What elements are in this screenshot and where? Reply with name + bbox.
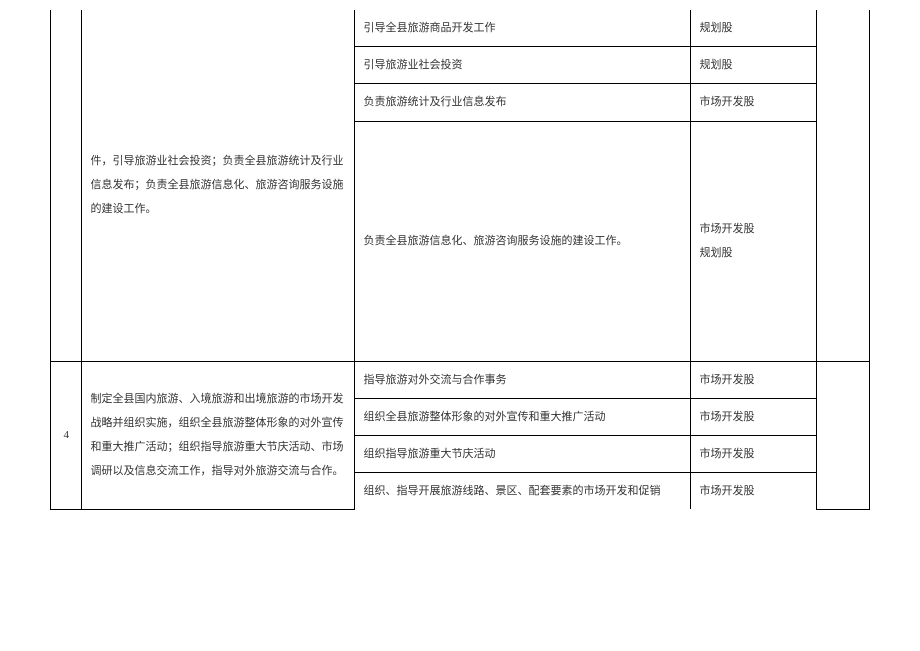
- row-desc-cell: 件，引导旅游业社会投资；负责全县旅游统计及行业信息发布；负责全县旅游信息化、旅游…: [82, 10, 355, 361]
- document-page: 件，引导旅游业社会投资；负责全县旅游统计及行业信息发布；负责全县旅游信息化、旅游…: [0, 0, 920, 550]
- empty-cell: [817, 361, 870, 509]
- dept-cell: 市场开发股 规划股: [691, 121, 817, 361]
- detail-cell: 引导全县旅游商品开发工作: [355, 10, 691, 47]
- table-row: 件，引导旅游业社会投资；负责全县旅游统计及行业信息发布；负责全县旅游信息化、旅游…: [51, 10, 870, 47]
- dept-cell: 规划股: [691, 47, 817, 84]
- detail-cell: 组织指导旅游重大节庆活动: [355, 435, 691, 472]
- detail-cell: 负责全县旅游信息化、旅游咨询服务设施的建设工作。: [355, 121, 691, 361]
- dept-cell: 市场开发股: [691, 84, 817, 121]
- dept-cell: 市场开发股: [691, 473, 817, 510]
- dept-cell: 市场开发股: [691, 398, 817, 435]
- row-desc-cell: 制定全县国内旅游、入境旅游和出境旅游的市场开发战略并组织实施，组织全县旅游整体形…: [82, 361, 355, 509]
- responsibility-table: 件，引导旅游业社会投资；负责全县旅游统计及行业信息发布；负责全县旅游信息化、旅游…: [50, 10, 870, 510]
- dept-cell: 市场开发股: [691, 361, 817, 398]
- row-number-cell: 4: [51, 361, 82, 509]
- detail-cell: 组织全县旅游整体形象的对外宣传和重大推广活动: [355, 398, 691, 435]
- row-number-cell: [51, 10, 82, 361]
- detail-cell: 引导旅游业社会投资: [355, 47, 691, 84]
- detail-cell: 负责旅游统计及行业信息发布: [355, 84, 691, 121]
- empty-cell: [817, 10, 870, 361]
- dept-cell: 市场开发股: [691, 435, 817, 472]
- detail-cell: 指导旅游对外交流与合作事务: [355, 361, 691, 398]
- dept-cell: 规划股: [691, 10, 817, 47]
- table-row: 4 制定全县国内旅游、入境旅游和出境旅游的市场开发战略并组织实施，组织全县旅游整…: [51, 361, 870, 398]
- detail-cell: 组织、指导开展旅游线路、景区、配套要素的市场开发和促销: [355, 473, 691, 510]
